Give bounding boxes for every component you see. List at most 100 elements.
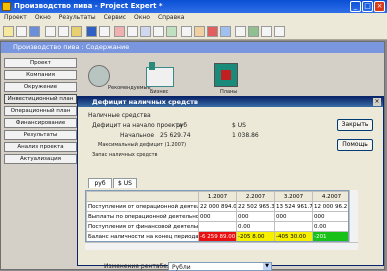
dialog-title-bar: Дефицит наличных средств × <box>78 97 383 107</box>
chimney-icon <box>149 62 155 70</box>
tab-usd[interactable]: $ US <box>113 178 137 188</box>
table-cell[interactable]: -201 <box>312 231 348 241</box>
table-cell[interactable] <box>198 221 237 232</box>
menu-item[interactable]: Сервис <box>100 13 130 22</box>
menu-item[interactable]: Окно <box>31 13 55 22</box>
content-window-title: Производство пива : Содержание <box>13 43 130 51</box>
chevron-down-icon[interactable]: ▼ <box>263 263 271 270</box>
analysis-icon[interactable] <box>194 26 205 37</box>
table-cell[interactable]: 000 <box>236 211 275 222</box>
table-row[interactable]: Поступления от операционной деятельности… <box>86 201 348 212</box>
table-icon[interactable] <box>153 26 164 37</box>
table-row[interactable]: Баланс наличности на конец периода -6 25… <box>86 231 348 241</box>
graph-icon[interactable] <box>235 26 246 37</box>
folder-icon[interactable] <box>71 26 82 37</box>
menu-item[interactable]: Результаты <box>55 13 100 22</box>
nav-operations[interactable]: Операционный план <box>4 106 77 116</box>
window-title: Производство пива - Project Expert * <box>14 2 163 10</box>
help-icon[interactable] <box>274 26 285 37</box>
table-cell[interactable]: Выплаты по операционной деятельности <box>86 211 199 222</box>
menu-item[interactable]: Проект <box>0 13 31 22</box>
close-button[interactable]: × <box>374 1 385 12</box>
table-cell[interactable]: -405 30.00 <box>274 231 313 241</box>
edit-icon[interactable] <box>127 26 138 37</box>
table-header-cell: 1.2007 <box>198 191 237 202</box>
plans-icon[interactable] <box>214 63 238 87</box>
table-cell[interactable]: 12 000 96.2 <box>312 201 348 212</box>
table-cell[interactable]: 0.00 <box>236 221 275 232</box>
app-icon <box>2 2 11 11</box>
nav-actualization[interactable]: Актуализация <box>4 154 77 164</box>
minimize-button[interactable]: _ <box>350 1 361 12</box>
info-header: Наличные средства <box>88 112 151 119</box>
deficit-table: 1.2007 2.2007 3.2007 4.2007 Поступления … <box>85 190 349 242</box>
table-cell[interactable]: Поступления от операционной деятельности <box>86 201 199 212</box>
table-cell[interactable] <box>274 221 313 232</box>
menu-bar: Проект Окно Результаты Сервис Окно Справка <box>0 13 387 24</box>
save-icon[interactable] <box>29 26 40 37</box>
open-icon[interactable] <box>3 26 14 37</box>
tab-rub[interactable]: руб <box>88 178 112 188</box>
info-row-label: Дефицит на начало проекта <box>92 122 183 129</box>
new-icon[interactable] <box>16 26 27 37</box>
window-icon[interactable] <box>261 26 272 37</box>
check-icon[interactable] <box>114 26 125 37</box>
settings-icon[interactable] <box>220 26 231 37</box>
table-header-cell: 2.2007 <box>236 191 275 202</box>
info-row-label: Запас наличных средств <box>92 152 158 158</box>
report-icon[interactable] <box>181 26 192 37</box>
preview-icon[interactable] <box>58 26 69 37</box>
nav-results[interactable]: Результаты <box>4 130 77 140</box>
table-header-row: 1.2007 2.2007 3.2007 4.2007 <box>86 191 348 202</box>
section-nav: Проект Компания Окружение Инвестиционный… <box>4 58 77 168</box>
table-cell[interactable]: 0.00 <box>312 221 348 232</box>
toolbar <box>0 24 387 40</box>
table-vertical-scrollbar[interactable] <box>349 190 358 242</box>
dialog-close-icon[interactable]: × <box>373 98 381 106</box>
dialog-title: Дефицит наличных средств <box>92 98 198 106</box>
building-icon[interactable] <box>146 62 174 87</box>
table-cell[interactable]: 000 <box>274 211 313 222</box>
icon-label: Бизнес <box>150 89 169 95</box>
print-icon[interactable] <box>45 26 56 37</box>
stop-icon[interactable] <box>207 26 218 37</box>
plans-mark-icon <box>221 70 231 80</box>
help-button[interactable]: Помощь <box>337 139 373 151</box>
table2-icon[interactable] <box>248 26 259 37</box>
nav-project[interactable]: Проект <box>4 58 77 68</box>
table-row[interactable]: Поступления от финансовой деятельности 0… <box>86 221 348 232</box>
menu-item[interactable]: Справка <box>154 13 188 22</box>
nav-environment[interactable]: Окружение <box>4 82 77 92</box>
table-cell[interactable]: Поступления от финансовой деятельности <box>86 221 199 232</box>
table-cell[interactable]: -6 259 89.00 <box>198 231 237 241</box>
menu-item[interactable]: Окно <box>130 13 154 22</box>
nav-company[interactable]: Компания <box>4 70 77 80</box>
info-row-value: $ US <box>232 122 246 129</box>
chart-icon[interactable] <box>140 26 151 37</box>
table-row[interactable]: Выплаты по операционной деятельности 000… <box>86 211 348 222</box>
maximize-button[interactable]: □ <box>362 1 373 12</box>
table-cell[interactable]: Баланс наличности на конец периода <box>86 231 199 241</box>
icon-label: Планы <box>220 89 238 95</box>
table-cell[interactable]: -205 8.00 <box>236 231 275 241</box>
info-row-value: 1 038.86 <box>232 132 259 139</box>
table-cell[interactable]: 000 <box>312 211 348 222</box>
globe-icon[interactable] <box>88 65 110 87</box>
document-icon[interactable] <box>86 26 97 37</box>
nav-analysis[interactable]: Анализ проекта <box>4 142 77 152</box>
table-header-cell <box>86 191 199 202</box>
nav-financing[interactable]: Финансирование <box>4 118 77 128</box>
table-horizontal-scrollbar[interactable] <box>85 242 358 250</box>
section-icons: Рекомендуемые Бизнес Планы <box>80 55 380 100</box>
table-cell[interactable]: 000 <box>198 211 237 222</box>
copy-icon[interactable] <box>99 26 110 37</box>
table-cell[interactable]: 13 524 961.73 <box>274 201 313 212</box>
table-cell[interactable]: 22 000 894.0 <box>198 201 237 212</box>
content-window-title-bar: Производство пива : Содержание <box>1 42 384 53</box>
calc-icon[interactable] <box>166 26 177 37</box>
nav-investment[interactable]: Инвестиционный план <box>4 94 77 104</box>
info-row-value: 25 629.74 <box>160 132 191 139</box>
close-dialog-button[interactable]: Закрыть <box>337 119 373 131</box>
table-cell[interactable]: 22 502 965.3 <box>236 201 275 212</box>
table-header-cell: 4.2007 <box>312 191 348 202</box>
